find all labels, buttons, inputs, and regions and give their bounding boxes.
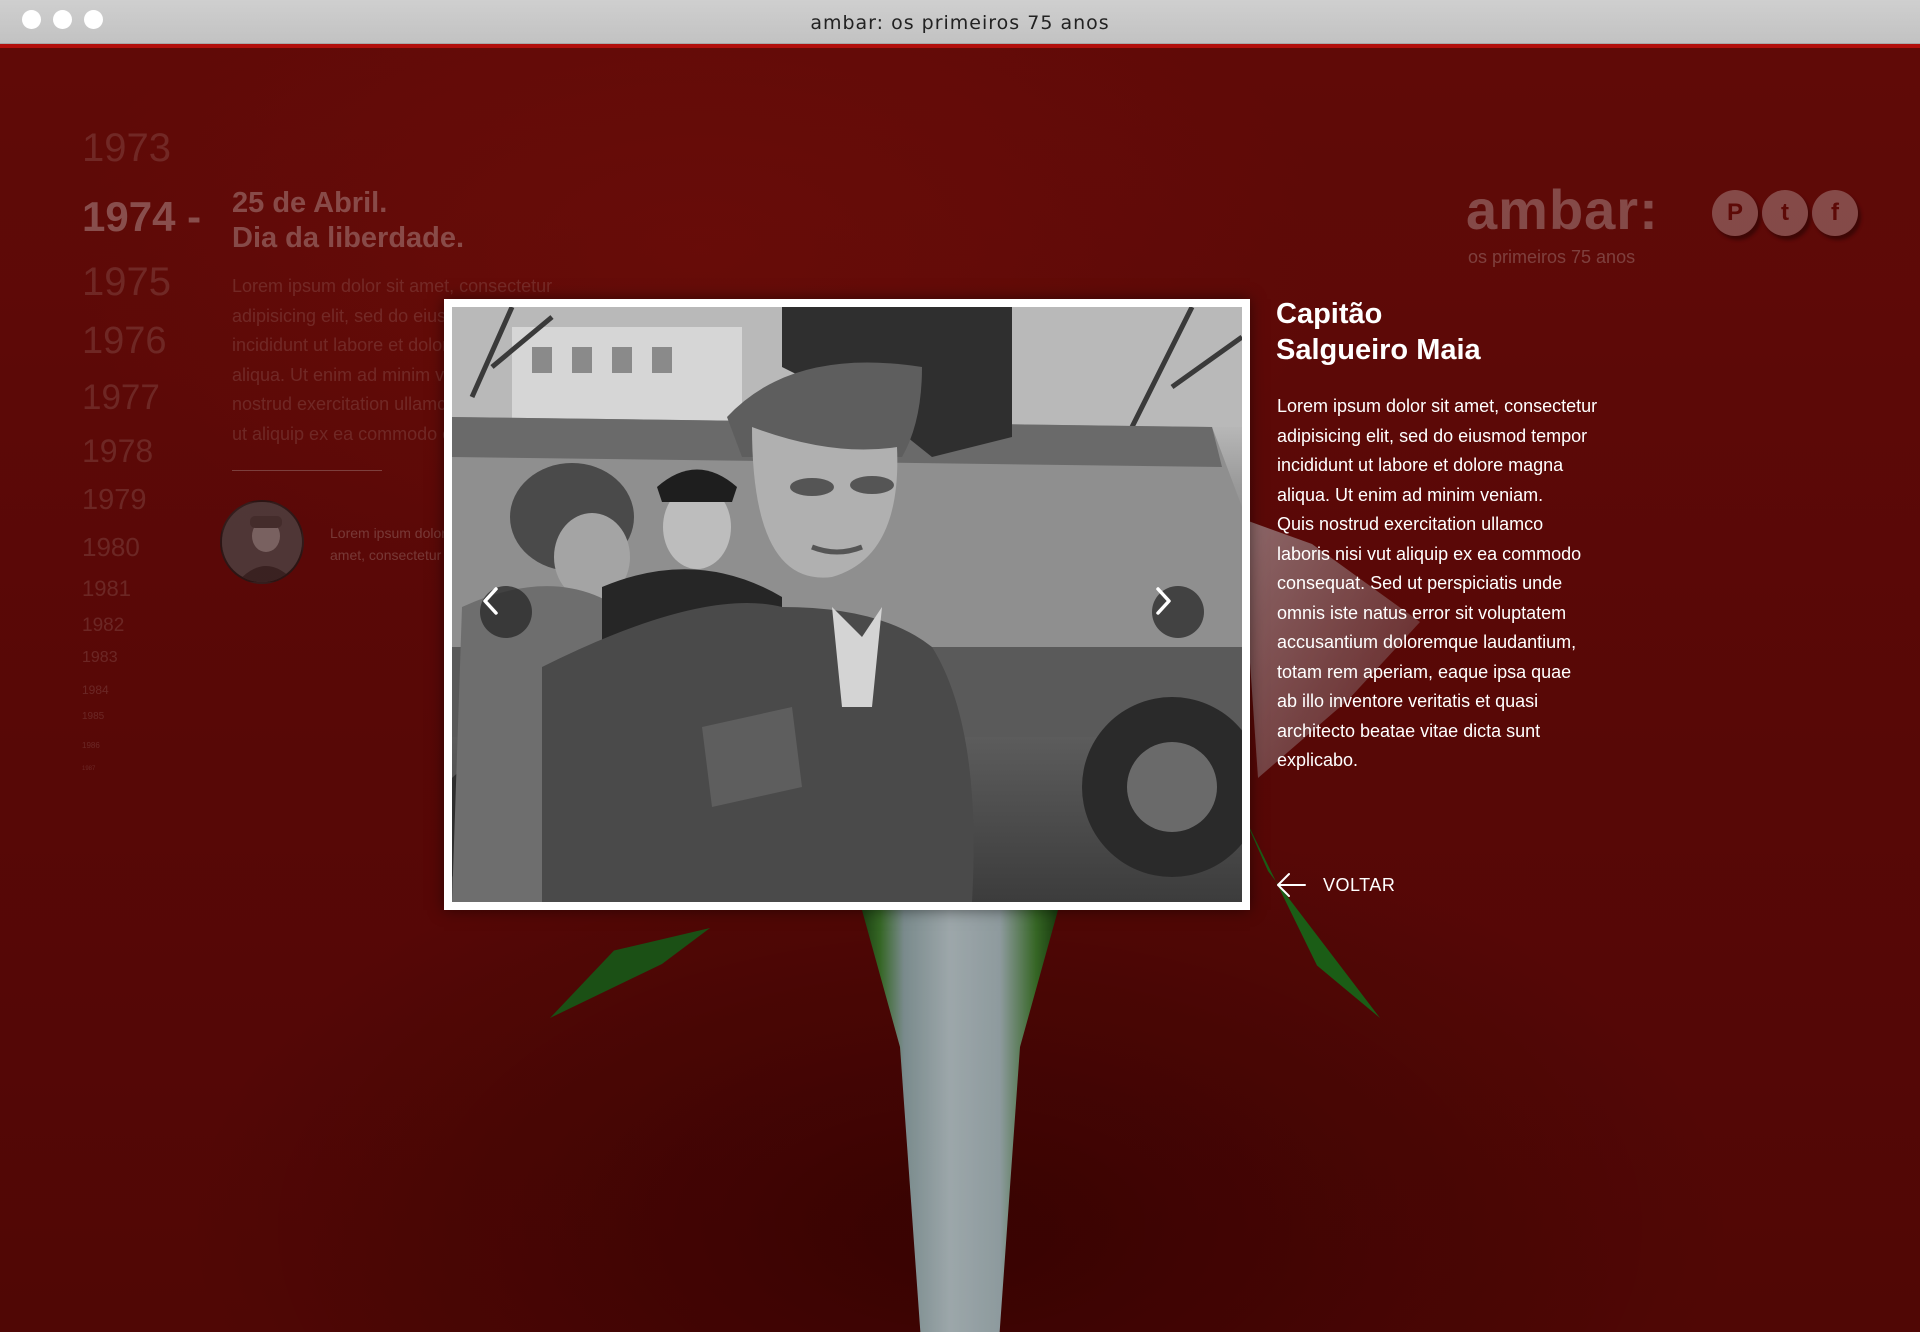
arrow-left-icon [1277,873,1306,897]
detail-description: Lorem ipsum dolor sit amet, consectetur … [1277,392,1637,776]
detail-text-line: laboris nisi vut aliquip ex ea commodo [1277,543,1582,564]
detail-text-line: incididunt ut labore et dolore magna [1277,455,1564,475]
photo-image [452,307,1242,902]
detail-text-line: omnis iste natus error sit voluptatem [1277,602,1567,623]
detail-title-line: Salgueiro Maia [1276,334,1481,366]
detail-text-line: adipisicing elit, sed do eiusmod tempor [1277,425,1588,446]
detail-text-line: architecto beatae vitae dicta sunt [1277,720,1541,741]
window-titlebar: ambar: os primeiros 75 anos [0,0,1920,44]
historic-photo [452,307,1242,902]
detail-text-line: consequat. Sed ut perspiciatis unde [1277,573,1563,593]
photo-prev-button[interactable] [480,586,532,638]
detail-text-line: aliqua. Ut enim ad minim veniam. [1277,484,1544,505]
chevron-left-icon [483,587,498,615]
detail-text-line: accusantium doloremque laudantium, [1277,632,1577,652]
detail-text-line: ab illo inventore veritatis et quasi [1277,691,1539,711]
back-label: VOLTAR [1323,874,1396,895]
detail-text-line: Lorem ipsum dolor sit amet, consectetur [1277,396,1598,416]
detail-text-line: Quis nostrud exercitation ullamco [1277,514,1544,534]
photo-lightbox [444,299,1250,910]
window-title: ambar: os primeiros 75 anos [810,12,1110,34]
photo-next-button[interactable] [1152,586,1204,638]
detail-title: Capitão Salgueiro Maia [1276,296,1481,368]
chevron-right-icon [1156,587,1171,615]
back-button[interactable]: VOLTAR [1275,872,1395,898]
detail-text-line: totam rem aperiam, eaque ipsa quae [1277,661,1572,682]
detail-text-line: explicabo. [1277,750,1359,770]
detail-title-line: Capitão [1276,298,1383,330]
